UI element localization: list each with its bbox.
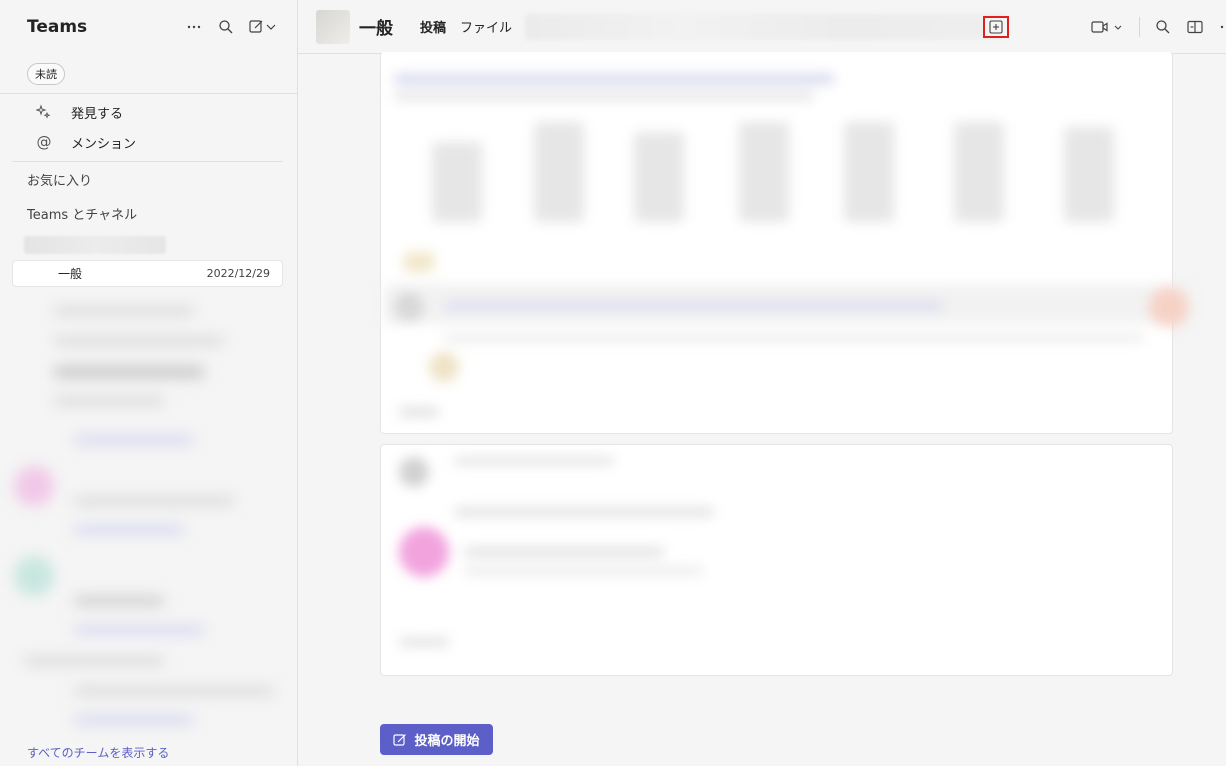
add-tab-button[interactable] [983,16,1009,38]
sidebar: Teams 未読 発見する @ メンション お気に入り Teams とチャネル … [0,0,298,766]
tabs-redacted [525,13,1006,40]
channel-header: 一般 投稿 ファイル [298,0,1226,54]
tab-files[interactable]: ファイル [453,0,519,54]
new-chat-icon[interactable] [249,18,279,36]
section-favorites[interactable]: お気に入り [0,162,297,196]
sidebar-item-label: 発見する [71,106,124,122]
channel-tabs: 投稿 ファイル [413,0,519,54]
show-all-teams-link[interactable]: すべてのチームを表示する [27,744,169,761]
open-panel-icon[interactable] [1186,18,1204,36]
sidebar-title: Teams [27,17,88,37]
channel-item-general[interactable]: 一般 2022/12/29 [12,260,283,287]
start-post-label: 投稿の開始 [414,734,480,749]
channel-date: 2022/12/29 [206,267,270,280]
tab-posts[interactable]: 投稿 [413,0,453,54]
sidebar-item-discover[interactable]: 発見する [0,97,297,127]
channel-name: 一般 [58,267,83,281]
add-icon [989,20,1003,34]
channel-title: 一般 [359,19,393,39]
compose-icon [393,733,407,746]
start-post-button[interactable]: 投稿の開始 [380,724,493,755]
more-options-icon[interactable] [185,18,203,36]
channel-list-redacted [14,296,300,736]
sidebar-item-label: メンション [71,136,137,152]
team-avatar [316,9,350,44]
unread-filter-chip[interactable]: 未読 [27,62,65,85]
more-options-icon[interactable] [1218,18,1226,36]
video-call-icon[interactable] [1091,18,1125,36]
at-icon: @ [36,133,52,151]
search-icon[interactable] [1154,18,1172,36]
team-name-redacted[interactable] [24,236,166,254]
toolbar-separator [1139,17,1140,37]
posts-redacted [384,62,1190,666]
filter-bar: 未読 [0,54,297,94]
sidebar-header: Teams [0,0,297,54]
sidebar-item-mentions[interactable]: @ メンション [0,127,297,157]
section-teams-channels[interactable]: Teams とチャネル [0,196,297,230]
sparkle-icon [35,104,53,120]
search-icon[interactable] [217,18,235,36]
